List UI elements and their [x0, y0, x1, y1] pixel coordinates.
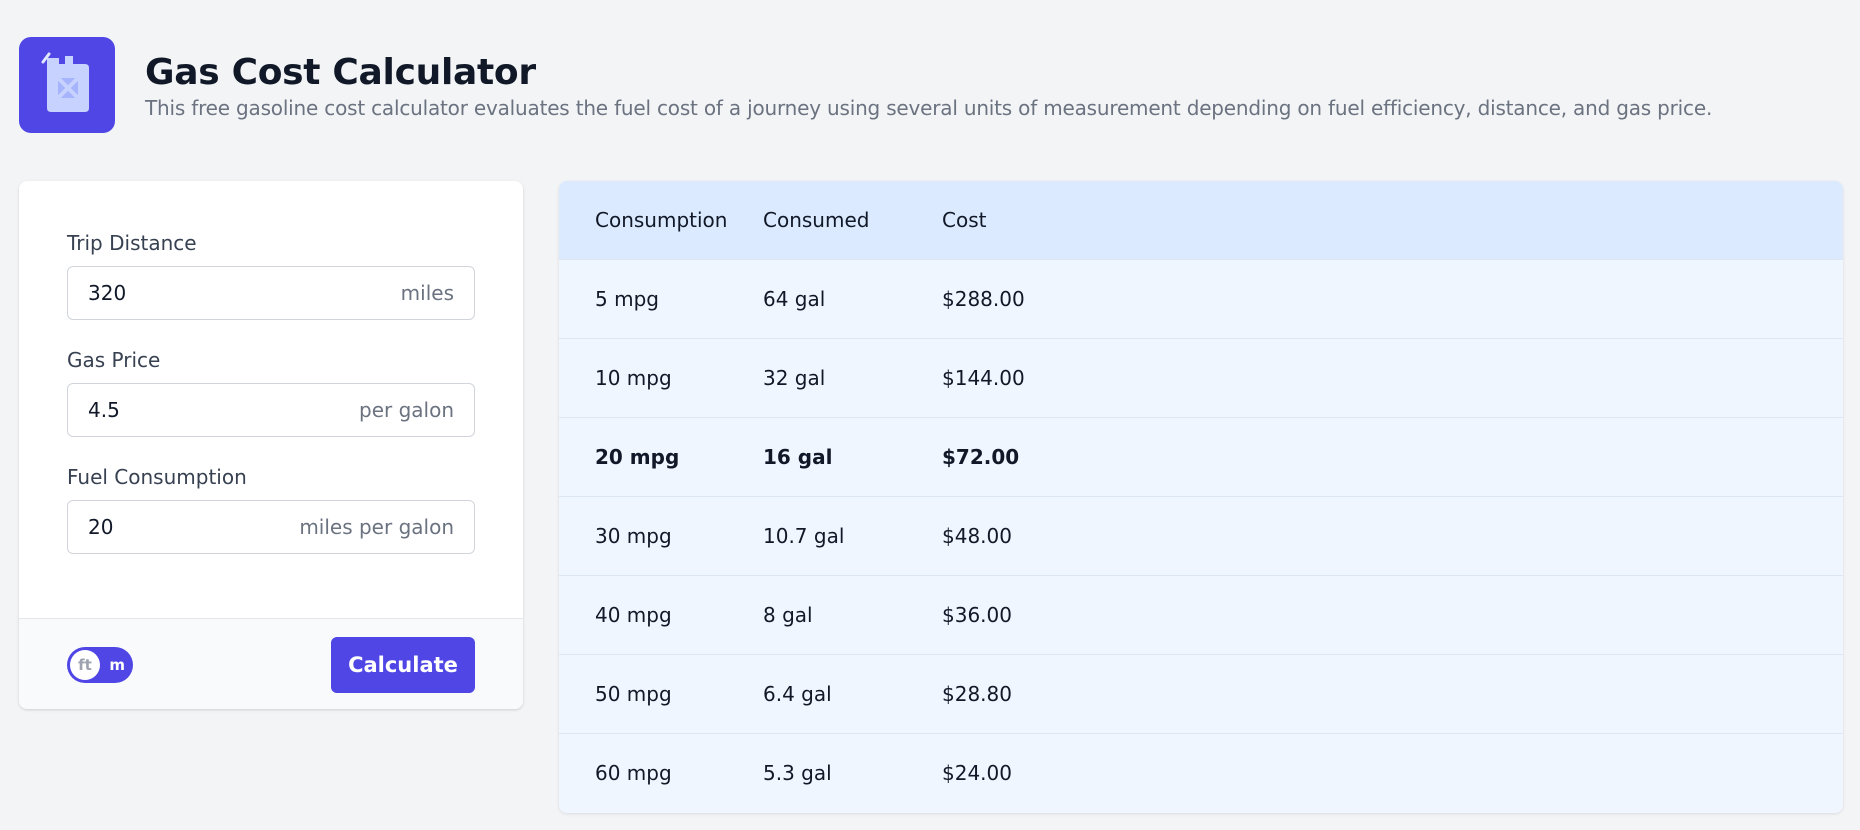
- cost-cell: $144.00: [942, 338, 1843, 418]
- calculate-button[interactable]: Calculate: [331, 636, 475, 693]
- page-title: Gas Cost Calculator: [145, 52, 536, 93]
- gas-price-input[interactable]: 4.5 per galon: [67, 383, 475, 437]
- fuel-consumption-unit: miles per galon: [299, 515, 454, 539]
- column-header-cost: Cost: [942, 181, 1843, 260]
- column-header-consumed: Consumed: [763, 181, 942, 260]
- consumption-cell: 20 mpg: [559, 417, 763, 497]
- gas-price-label: Gas Price: [67, 348, 161, 372]
- fuel-consumption-field: Fuel Consumption 20 miles per galon: [67, 465, 475, 554]
- consumption-cell: 30 mpg: [559, 496, 763, 576]
- consumed-cell: 5.3 gal: [763, 733, 942, 812]
- table-row: 50 mpg 6.4 gal $28.80: [559, 654, 1843, 734]
- page-subtitle: This free gasoline cost calculator evalu…: [145, 96, 1713, 120]
- trip-distance-input[interactable]: 320 miles: [67, 266, 475, 320]
- table-row: 20 mpg 16 gal $72.00: [559, 417, 1843, 497]
- consumption-cell: 60 mpg: [559, 733, 763, 812]
- trip-distance-field: Trip Distance 320 miles: [67, 231, 475, 320]
- consumed-cell: 32 gal: [763, 338, 942, 418]
- fuel-consumption-label: Fuel Consumption: [67, 465, 247, 489]
- gas-price-value[interactable]: 4.5: [88, 398, 120, 422]
- cost-cell: $48.00: [942, 496, 1843, 576]
- trip-distance-value[interactable]: 320: [88, 281, 126, 305]
- cost-cell: $72.00: [942, 417, 1843, 497]
- page-header: Gas Cost Calculator This free gasoline c…: [19, 37, 1712, 133]
- results-table-panel: Consumption Consumed Cost 5 mpg 64 gal $…: [559, 181, 1843, 813]
- gas-price-field: Gas Price 4.5 per galon: [67, 348, 475, 437]
- column-header-consumption: Consumption: [559, 181, 763, 260]
- consumption-cell: 50 mpg: [559, 654, 763, 734]
- consumption-cell: 10 mpg: [559, 338, 763, 418]
- calculator-form: Trip Distance 320 miles Gas Price 4.5 pe…: [19, 181, 523, 709]
- consumed-cell: 64 gal: [763, 259, 942, 339]
- fuel-consumption-input[interactable]: 20 miles per galon: [67, 500, 475, 554]
- consumed-cell: 6.4 gal: [763, 654, 942, 734]
- table-row: 30 mpg 10.7 gal $48.00: [559, 496, 1843, 576]
- fuel-can-icon: [39, 52, 95, 118]
- unit-toggle-alternate: m: [109, 655, 125, 674]
- table-row: 40 mpg 8 gal $36.00: [559, 575, 1843, 655]
- table-header-row: Consumption Consumed Cost: [559, 181, 1843, 260]
- table-row: 60 mpg 5.3 gal $24.00: [559, 733, 1843, 812]
- consumed-cell: 8 gal: [763, 575, 942, 655]
- cost-cell: $36.00: [942, 575, 1843, 655]
- trip-distance-unit: miles: [400, 281, 454, 305]
- cost-cell: $24.00: [942, 733, 1843, 812]
- table-row: 10 mpg 32 gal $144.00: [559, 338, 1843, 418]
- logo: [19, 37, 115, 133]
- unit-toggle-knob[interactable]: ft: [70, 649, 100, 680]
- form-footer: ft m Calculate: [19, 618, 523, 709]
- fuel-consumption-value[interactable]: 20: [88, 515, 113, 539]
- unit-toggle[interactable]: ft m: [67, 646, 133, 683]
- consumed-cell: 16 gal: [763, 417, 942, 497]
- consumed-cell: 10.7 gal: [763, 496, 942, 576]
- gas-price-unit: per galon: [359, 398, 454, 422]
- consumption-cell: 5 mpg: [559, 259, 763, 339]
- results-table: Consumption Consumed Cost 5 mpg 64 gal $…: [559, 181, 1843, 812]
- consumption-cell: 40 mpg: [559, 575, 763, 655]
- cost-cell: $28.80: [942, 654, 1843, 734]
- trip-distance-label: Trip Distance: [67, 231, 197, 255]
- table-row: 5 mpg 64 gal $288.00: [559, 259, 1843, 339]
- cost-cell: $288.00: [942, 259, 1843, 339]
